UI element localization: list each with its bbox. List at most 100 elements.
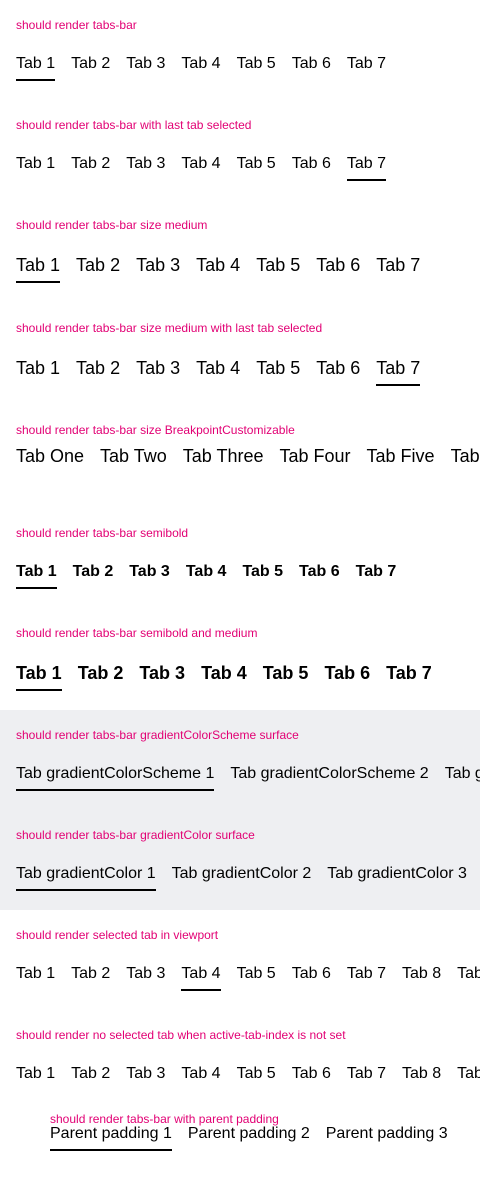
section-title: should render tabs-bar gradientColor sur…	[16, 828, 255, 842]
tabs-bar: Tab 1 Tab 2 Tab 3 Tab 4 Tab 5 Tab 6 Tab 7	[16, 254, 420, 283]
tab[interactable]: Tab gradientColorScheme 3	[445, 764, 480, 784]
demo-section: should render tabs-bar with last tab sel…	[0, 100, 480, 200]
tab[interactable]: Tab 1	[16, 254, 61, 283]
tabs-bar: Tab 1 Tab 2 Tab 3 Tab 4 Tab 5 Tab 6 Tab 7	[16, 154, 387, 181]
tab[interactable]: Tab Five	[367, 445, 435, 467]
tab[interactable]: Tab Two	[100, 445, 167, 467]
tab[interactable]: Tab 1	[16, 357, 60, 379]
tab[interactable]: Tab 4	[181, 154, 220, 174]
tab[interactable]: Tab gradientColorScheme 1	[16, 764, 215, 791]
tab[interactable]: Tab 3	[136, 254, 180, 276]
tabs-bar-demo-page: should render tabs-bar Tab 1 Tab 2 Tab 3 Tab…	[0, 0, 480, 1178]
tab[interactable]: Tab 2	[71, 964, 110, 984]
tab[interactable]: Tab Three	[183, 445, 264, 467]
tab[interactable]: Tab 2	[71, 154, 110, 174]
tab[interactable]: Tab 3	[126, 964, 165, 984]
tabs-bar: Tab 1 Tab 2 Tab 3 Tab 4 Tab 5 Tab 6 Tab 7	[16, 662, 432, 691]
tabs-bar: Tab gradientColorScheme 1 Tab gradientCol…	[16, 764, 480, 791]
tab[interactable]: Tab 7	[347, 964, 386, 984]
tab[interactable]: Tab 1	[16, 154, 55, 174]
tab[interactable]: Tab gradientColor 3	[327, 864, 467, 884]
tab[interactable]: Tab 4	[181, 54, 220, 74]
tab[interactable]: Tab 2	[71, 54, 110, 74]
section-title: should render tabs-bar semibold	[16, 526, 189, 540]
tab[interactable]: Tab 1	[16, 54, 56, 81]
tab[interactable]: Tab 9	[457, 1064, 480, 1084]
tabs-bar: Tab 1 Tab 2 Tab 3 Tab 4 Tab 5 Tab 6 Tab 7 Tab 8…	[16, 1064, 480, 1084]
tab[interactable]: Tab 6	[292, 964, 331, 984]
tab[interactable]: Tab 6	[316, 254, 360, 276]
tab[interactable]: Tab 5	[237, 54, 276, 74]
tab[interactable]: Tab 5	[242, 562, 283, 582]
tab[interactable]: Tab 6	[324, 662, 370, 684]
tab[interactable]: Tab 2	[71, 1064, 110, 1084]
tab[interactable]: Tab 7	[386, 662, 432, 684]
tab[interactable]: Tab 7	[356, 562, 397, 582]
tab[interactable]: Tab 5	[263, 662, 309, 684]
tab[interactable]: Tab 6	[299, 562, 340, 582]
tab[interactable]: Tab 3	[126, 1064, 165, 1084]
tab[interactable]: Tab 3	[136, 357, 180, 379]
tab[interactable]: Tab 2	[73, 562, 114, 582]
tab[interactable]: Tab 8	[402, 964, 441, 984]
tab[interactable]: Tab 7	[376, 254, 420, 276]
tab[interactable]: Tab 3	[126, 154, 165, 174]
tab[interactable]: Tab 1	[16, 662, 62, 691]
section-title: should render no selected tab when activ…	[16, 1028, 346, 1042]
tab[interactable]: Tab 5	[237, 1064, 276, 1084]
demo-section: should render tabs-bar size BreakpointCu…	[0, 405, 480, 508]
section-title: should render tabs-bar size medium with …	[16, 321, 323, 335]
tab[interactable]: Tab 4	[181, 1064, 220, 1084]
tab[interactable]: Tab gradientColor 1	[16, 864, 156, 891]
demo-section: should render tabs-bar with parent paddi…	[0, 1094, 480, 1178]
tab[interactable]: Tab 2	[76, 357, 120, 379]
tab[interactable]: Tab 3	[126, 54, 165, 74]
tab[interactable]: Tab gradientColorScheme 2	[230, 764, 428, 784]
tab[interactable]: Tab 3	[139, 662, 185, 684]
tab[interactable]: Tab Four	[279, 445, 350, 467]
tab[interactable]: Tab 4	[196, 357, 240, 379]
tab[interactable]: Tab 2	[76, 254, 120, 276]
section-title: should render tabs-bar gradientColorSche…	[16, 728, 299, 742]
tab[interactable]: Tab 3	[129, 562, 170, 582]
tab[interactable]: Tab 4	[186, 562, 227, 582]
tab[interactable]: Tab 6	[292, 1064, 331, 1084]
tabs-bar: Tab gradientColor 1 Tab gradientColor 2 Ta…	[16, 864, 480, 891]
tab[interactable]: Tab 6	[292, 154, 331, 174]
tab[interactable]: Tab 7	[347, 54, 386, 74]
tab[interactable]: Tab 4	[196, 254, 240, 276]
tab[interactable]: Tab 5	[256, 357, 300, 379]
tab[interactable]: Tab 1	[16, 1064, 55, 1084]
demo-section: should render tabs-bar size medium with …	[0, 303, 480, 405]
tab[interactable]: Parent padding 2	[188, 1124, 310, 1144]
tab[interactable]: Parent padding 3	[326, 1124, 448, 1144]
tab[interactable]: Tab One	[16, 445, 84, 467]
tab[interactable]: Tab 1	[16, 562, 57, 589]
section-title: should render tabs-bar size BreakpointCu…	[16, 423, 295, 437]
tab[interactable]: Tab Six	[451, 445, 480, 467]
tab[interactable]: Parent padding 1	[50, 1124, 172, 1151]
tab[interactable]: Tab gradientColor 2	[172, 864, 312, 884]
tab[interactable]: Tab 5	[237, 964, 276, 984]
section-title: should render tabs-bar with last tab sel…	[16, 118, 252, 132]
tab[interactable]: Tab 9	[457, 964, 480, 984]
tab[interactable]: Tab 4	[181, 964, 221, 991]
tab[interactable]: Tab 4	[201, 662, 247, 684]
tab[interactable]: Tab 2	[78, 662, 124, 684]
tab[interactable]: Tab 6	[292, 54, 331, 74]
tabs-bar: Tab One Tab Two Tab Three Tab Four Tab Five T…	[16, 445, 480, 467]
tab[interactable]: Tab 7	[346, 154, 387, 181]
tab[interactable]: Tab 1	[16, 964, 55, 984]
section-title: should render tabs-bar semibold and medi…	[16, 626, 258, 640]
section-title: should render selected tab in viewport	[16, 928, 219, 942]
tab[interactable]: Tab 5	[256, 254, 300, 276]
tabs-bar: Tab 1 Tab 2 Tab 3 Tab 4 Tab 5 Tab 6 Tab 7	[16, 357, 421, 386]
tab[interactable]: Tab 7	[347, 1064, 386, 1084]
tab[interactable]: Tab 8	[402, 1064, 441, 1084]
tabs-bar: Tab 1 Tab 2 Tab 3 Tab 4 Tab 5 Tab 6 Tab 7	[16, 562, 397, 589]
tab[interactable]: Tab 5	[237, 154, 276, 174]
section-title: should render tabs-bar size medium	[16, 218, 208, 232]
tabs-bar: Tab 1 Tab 2 Tab 3 Tab 4 Tab 5 Tab 6 Tab 7	[16, 54, 386, 81]
tab[interactable]: Tab 6	[316, 357, 360, 379]
tab[interactable]: Tab 7	[376, 357, 421, 386]
